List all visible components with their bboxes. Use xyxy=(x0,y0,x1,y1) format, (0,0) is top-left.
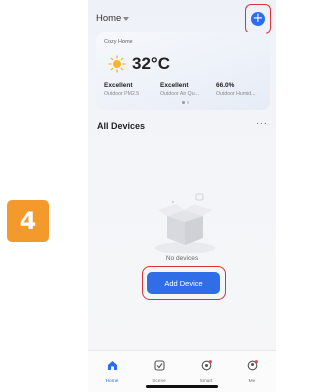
tab-label: Me xyxy=(248,379,256,384)
stat-label: Outdoor Humid... xyxy=(216,91,256,97)
stat-humidity: 66.0% Outdoor Humid... xyxy=(216,82,256,97)
smart-icon xyxy=(201,360,212,371)
temperature: 32°C xyxy=(132,54,170,73)
add-highlight-frame: + xyxy=(245,4,271,34)
stat-pm25: Excellent Outdoor PM2.5 xyxy=(104,82,139,97)
tab-label: Home xyxy=(105,379,119,384)
me-icon xyxy=(247,360,258,371)
empty-box-illustration xyxy=(155,193,215,253)
phone-screen: Home + Cozy Home 32°C Excellent Outdoor … xyxy=(88,0,276,392)
stat-value: 66.0% xyxy=(216,82,235,89)
add-button[interactable]: + xyxy=(251,12,265,26)
step-number-badge: 4 xyxy=(7,200,49,242)
home-indicator xyxy=(146,385,218,388)
home-name: Cozy Home xyxy=(104,39,133,45)
weather-card[interactable]: Cozy Home 32°C Excellent Outdoor PM2.5 E… xyxy=(96,32,270,110)
stat-label: Outdoor Air Qu... xyxy=(160,91,199,97)
stat-value: Excellent xyxy=(160,82,189,89)
stat-label: Outdoor PM2.5 xyxy=(104,91,140,97)
chevron-down-icon xyxy=(123,16,130,21)
tab-me[interactable]: Me xyxy=(232,358,272,384)
tab-label: Smart xyxy=(199,379,213,384)
tab-home[interactable]: Home xyxy=(92,358,132,384)
more-icon[interactable]: ··· xyxy=(256,118,268,129)
add-device-button[interactable]: Add Device xyxy=(147,272,220,294)
sun-icon xyxy=(108,55,126,73)
top-bar: Home + xyxy=(88,0,276,34)
tab-smart[interactable]: Smart xyxy=(186,358,226,384)
empty-state-text: No devices xyxy=(165,255,199,262)
home-icon xyxy=(107,361,117,370)
tab-scene[interactable]: Scene xyxy=(139,358,179,384)
home-selector-label: Home xyxy=(96,13,122,24)
stat-air-quality: Excellent Outdoor Air Qu... xyxy=(160,82,199,97)
stat-value: Excellent xyxy=(104,82,133,89)
scene-icon xyxy=(153,360,165,371)
home-selector[interactable]: Home xyxy=(96,13,130,24)
add-device-highlight-frame: Add Device xyxy=(142,266,226,300)
page-dot xyxy=(182,101,185,104)
page-dot xyxy=(186,101,189,104)
page-indicator xyxy=(182,101,189,104)
tab-label: Scene xyxy=(152,379,166,384)
section-title: All Devices xyxy=(97,121,146,131)
